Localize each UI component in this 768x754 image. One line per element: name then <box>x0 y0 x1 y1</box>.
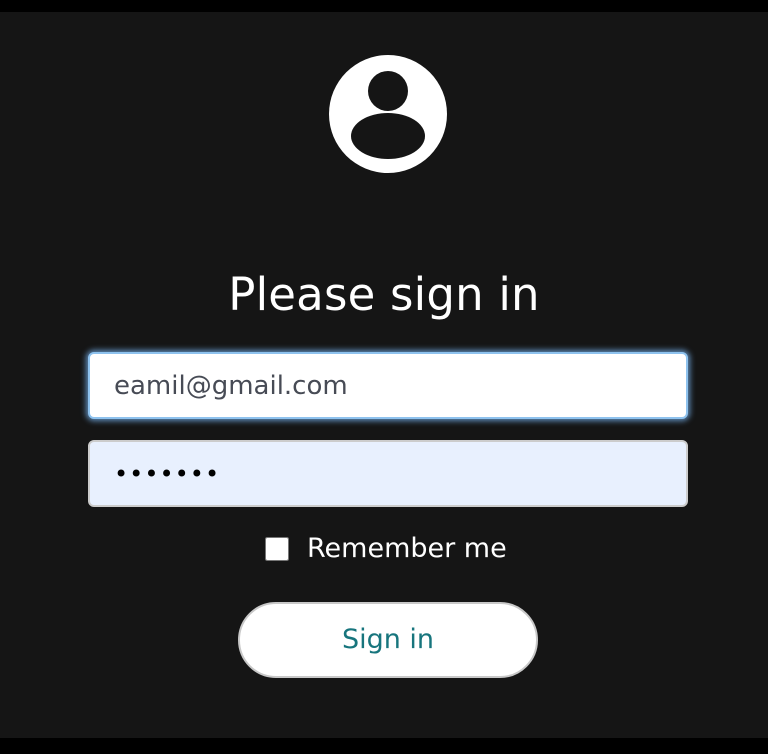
sign-in-button[interactable]: Sign in <box>238 602 538 678</box>
remember-me-checkbox[interactable] <box>265 537 289 561</box>
remember-me-row[interactable]: Remember me <box>265 532 507 566</box>
signin-panel: Please sign in Remember me Sign in <box>0 12 768 738</box>
page-title: Please sign in <box>228 268 540 321</box>
user-avatar-icon <box>328 54 448 174</box>
password-field[interactable] <box>88 440 688 507</box>
email-field[interactable] <box>88 352 688 419</box>
remember-me-label: Remember me <box>307 533 507 564</box>
